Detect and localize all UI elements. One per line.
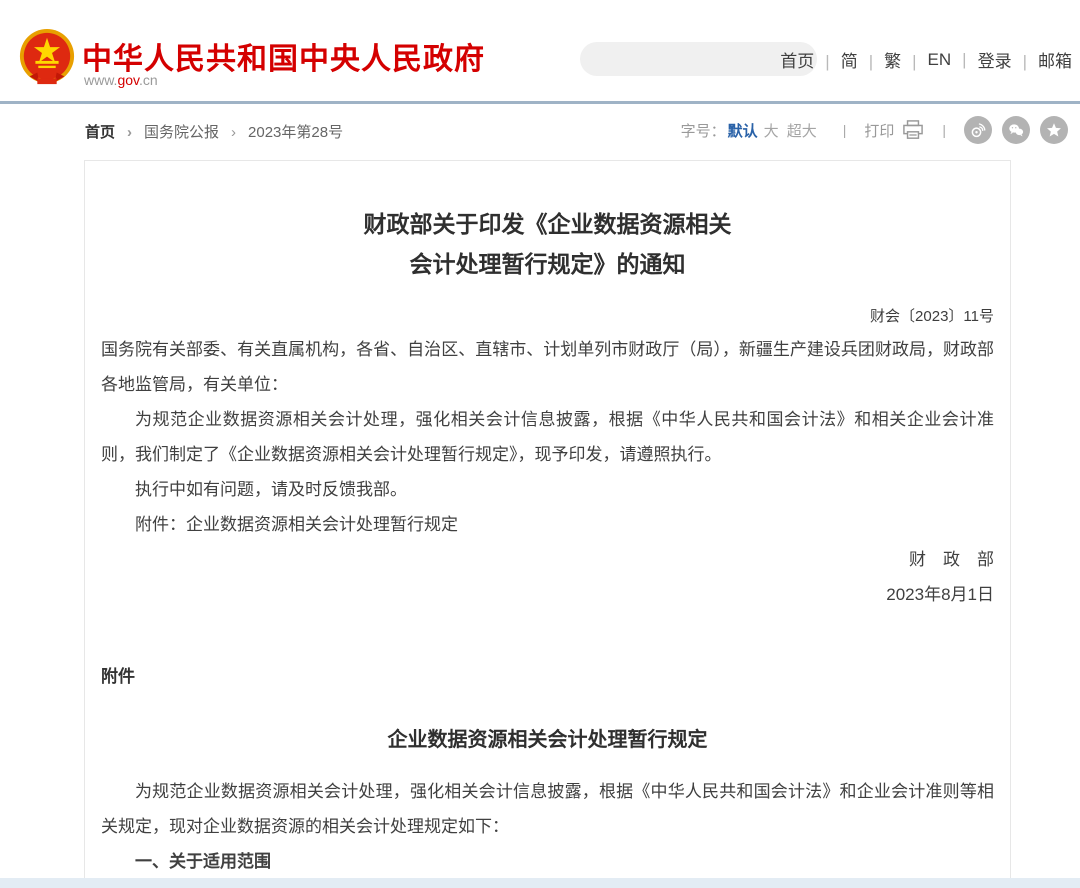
breadcrumb-gazette[interactable]: 国务院公报 bbox=[144, 121, 248, 142]
breadcrumb-home[interactable]: 首页 bbox=[85, 121, 144, 142]
top-nav: 首页 简 繁 EN 登录 邮箱 bbox=[780, 47, 1072, 72]
nav-home[interactable]: 首页 bbox=[780, 47, 840, 72]
search-input[interactable] bbox=[580, 42, 807, 76]
site-header: 中华人民共和国中央人民政府 www.gov.cn 首页 简 繁 EN 登录 邮箱 bbox=[0, 0, 1080, 104]
breadcrumb-issue[interactable]: 2023年第28号 bbox=[248, 121, 343, 142]
signer: 财 政 部 bbox=[101, 542, 994, 577]
document-container: 财政部关于印发《企业数据资源相关 会计处理暂行规定》的通知 财会〔2023〕11… bbox=[84, 160, 1011, 888]
font-size-default-button[interactable]: 默认 bbox=[728, 120, 758, 141]
section1-heading: 一、关于适用范围 bbox=[101, 844, 994, 879]
salutation-paragraph: 国务院有关部委、有关直属机构，各省、自治区、直辖市、计划单列市财政厅（局），新疆… bbox=[101, 332, 994, 402]
signature-block: 财 政 部 2023年8月1日 bbox=[101, 542, 994, 612]
notice-paragraph-2: 执行中如有问题，请及时反馈我部。 bbox=[101, 472, 994, 507]
notice-paragraph-1: 为规范企业数据资源相关会计处理，强化相关会计信息披露，根据《中华人民共和国会计法… bbox=[101, 402, 994, 472]
bottom-strip bbox=[0, 878, 1080, 888]
sign-date: 2023年8月1日 bbox=[101, 577, 994, 612]
notice-paragraph-3: 附件：企业数据资源相关会计处理暂行规定 bbox=[101, 507, 994, 542]
toolbar-separator: | bbox=[843, 122, 847, 138]
document-number: 财会〔2023〕11号 bbox=[101, 302, 994, 332]
document-body: 国务院有关部委、有关直属机构，各省、自治区、直辖市、计划单列市财政厅（局），新疆… bbox=[101, 332, 994, 888]
site-url[interactable]: www.gov.cn bbox=[84, 72, 158, 88]
attachment-label: 附件 bbox=[101, 660, 994, 694]
document-title-line2: 会计处理暂行规定》的通知 bbox=[101, 245, 994, 285]
nav-login[interactable]: 登录 bbox=[978, 47, 1038, 72]
nav-mailbox[interactable]: 邮箱 bbox=[1038, 47, 1072, 72]
font-size-xlarge-button[interactable]: 超大 bbox=[787, 120, 817, 141]
favorite-star-icon[interactable] bbox=[1040, 116, 1068, 144]
attachment-title: 企业数据资源相关会计处理暂行规定 bbox=[101, 722, 994, 758]
wechat-icon[interactable] bbox=[1002, 116, 1030, 144]
nav-english[interactable]: EN bbox=[928, 50, 978, 70]
share-icons bbox=[964, 116, 1068, 144]
print-button[interactable]: 打印 bbox=[864, 120, 924, 141]
toolbar-separator: | bbox=[942, 122, 946, 138]
document-title-line1: 财政部关于印发《企业数据资源相关 bbox=[101, 205, 994, 245]
font-size-large-button[interactable]: 大 bbox=[764, 120, 779, 141]
breadcrumb: 首页 国务院公报 2023年第28号 bbox=[85, 121, 343, 142]
page-toolbar: 字号： 默认 大 超大 | 打印 | bbox=[681, 116, 1068, 144]
attachment-paragraph-1: 为规范企业数据资源相关会计处理，强化相关会计信息披露，根据《中华人民共和国会计法… bbox=[101, 774, 994, 844]
document-title: 财政部关于印发《企业数据资源相关 会计处理暂行规定》的通知 bbox=[101, 205, 994, 286]
print-label: 打印 bbox=[864, 120, 894, 141]
font-size-label: 字号： bbox=[681, 120, 726, 141]
national-emblem-logo[interactable] bbox=[18, 28, 76, 88]
weibo-icon[interactable] bbox=[964, 116, 992, 144]
printer-icon bbox=[902, 120, 924, 140]
breadcrumb-toolbar-row: 首页 国务院公报 2023年第28号 字号： 默认 大 超大 | 打印 | bbox=[0, 104, 1080, 158]
nav-simplified[interactable]: 简 bbox=[841, 47, 884, 72]
nav-traditional[interactable]: 繁 bbox=[884, 47, 927, 72]
